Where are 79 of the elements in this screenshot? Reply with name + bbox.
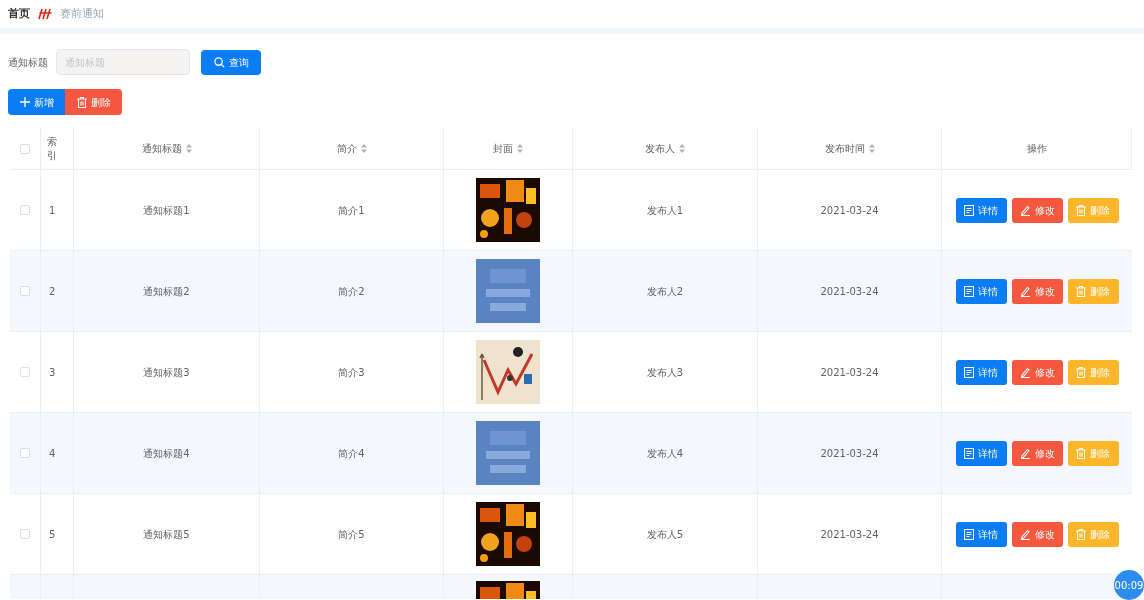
checkbox[interactable] — [20, 448, 30, 458]
pencil-icon — [1019, 528, 1031, 540]
checkbox[interactable] — [20, 529, 30, 539]
detail-button[interactable]: 详情 — [955, 521, 1007, 547]
detail-button[interactable]: 详情 — [955, 440, 1007, 466]
add-button[interactable]: 新增 — [8, 89, 65, 115]
table-cell-text: 2021-03-24 — [820, 284, 879, 299]
sort-icon[interactable] — [517, 144, 523, 153]
column-header[interactable]: 简介 — [336, 141, 357, 156]
table-cell-text: 发布人5 — [646, 527, 684, 542]
table-cell-text: 发布人3 — [646, 365, 684, 380]
checkbox[interactable] — [20, 205, 30, 215]
table-cell-text: 3 — [49, 365, 56, 380]
table-cell-text: 通知标题2 — [143, 284, 190, 299]
detail-button[interactable]: 详情 — [955, 278, 1007, 304]
table-cell-text: 通知标题5 — [143, 527, 190, 542]
table-cell-text: 5 — [49, 527, 56, 542]
trash-icon — [1076, 528, 1086, 540]
sort-icon[interactable] — [185, 144, 192, 153]
edit-button[interactable]: 修改 — [1011, 359, 1063, 385]
table-cell-text: 通知标题4 — [143, 446, 190, 461]
table-cell-text: 发布人4 — [646, 446, 684, 461]
trash-icon — [1076, 366, 1086, 378]
trash-icon — [1076, 204, 1086, 216]
table-cell-text: 简介3 — [338, 365, 365, 380]
table-cell-text: 2021-03-24 — [820, 365, 879, 380]
pencil-icon — [1019, 285, 1031, 297]
detail-button[interactable]: 详情 — [955, 359, 1007, 385]
table-cell-text: 2021-03-24 — [820, 527, 879, 542]
document-icon — [964, 366, 974, 378]
column-header[interactable]: 发布时间 — [824, 141, 865, 156]
breadcrumb-item: 赛前通知 — [60, 5, 104, 22]
edit-button[interactable]: 修改 — [1011, 278, 1063, 304]
table-cell-text: 2021-03-24 — [820, 203, 879, 218]
edit-button[interactable]: 修改 — [1011, 521, 1063, 547]
document-icon — [964, 285, 974, 297]
document-icon — [964, 204, 974, 216]
table-cell-text: 发布人1 — [646, 203, 684, 218]
sort-icon[interactable] — [360, 144, 367, 153]
table-cell-text: 简介2 — [338, 284, 365, 299]
pencil-icon — [1019, 204, 1031, 216]
table-cell-text: 简介4 — [338, 446, 365, 461]
sort-icon[interactable] — [679, 144, 685, 153]
sort-icon[interactable] — [868, 144, 875, 153]
breadcrumb-item[interactable]: 首页 — [8, 5, 30, 23]
checkbox[interactable] — [20, 143, 30, 154]
table-cell-text: 2 — [49, 284, 56, 299]
separator-icon — [38, 8, 52, 20]
column-header[interactable]: 封面 — [493, 141, 513, 156]
column-header[interactable]: 发布人 — [645, 141, 675, 156]
checkbox[interactable] — [20, 286, 30, 296]
pencil-icon — [1019, 447, 1031, 459]
edit-button[interactable]: 修改 — [1011, 440, 1063, 466]
timer-badge: 00:09 — [1114, 570, 1144, 600]
column-header: 操作 — [1026, 142, 1047, 156]
plus-icon — [19, 97, 30, 107]
document-icon — [964, 528, 974, 540]
trash-icon — [1076, 447, 1086, 459]
table-cell-text: 简介1 — [338, 203, 365, 218]
trash-icon — [1076, 285, 1086, 297]
delete-button[interactable]: 删除 — [65, 89, 122, 115]
checkbox[interactable] — [20, 367, 30, 377]
table-cell-text: 简介5 — [338, 527, 365, 542]
table-cell-text: 发布人2 — [646, 284, 684, 299]
column-header: 索引 — [47, 134, 58, 163]
table-cell-text: 2021-03-24 — [820, 446, 879, 461]
field-label: 通知标题 — [8, 55, 48, 70]
table-cell-text: 通知标题1 — [143, 203, 190, 218]
table-cell-text: 4 — [49, 446, 56, 461]
search-icon — [213, 56, 225, 68]
document-icon — [964, 447, 974, 459]
table-cell-text: 1 — [49, 203, 56, 218]
column-header[interactable]: 通知标题 — [141, 141, 182, 156]
trash-icon — [76, 96, 87, 108]
edit-button[interactable]: 修改 — [1011, 197, 1063, 223]
pencil-icon — [1019, 366, 1031, 378]
table-cell-text: 通知标题3 — [143, 365, 190, 380]
detail-button[interactable]: 详情 — [955, 197, 1007, 223]
search-button[interactable]: 查询 — [201, 49, 261, 75]
